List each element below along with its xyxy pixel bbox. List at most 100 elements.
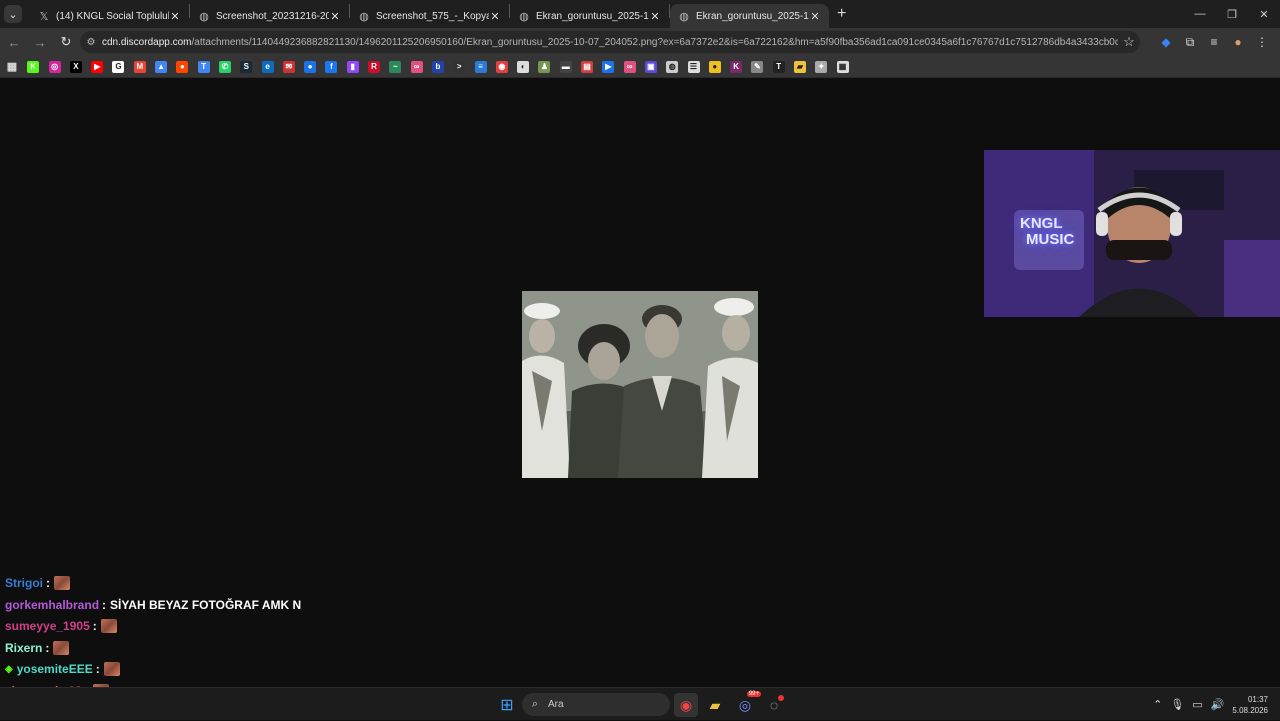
volume-icon[interactable]: 🔊 — [1211, 698, 1225, 711]
bird-bookmark[interactable]: ✦ — [815, 60, 828, 73]
purple-bookmark[interactable]: ▣ — [644, 60, 657, 73]
url-text[interactable]: cdn.discordapp.com/attachments/114044923… — [102, 37, 1118, 48]
reload-button[interactable]: ↻ — [54, 30, 78, 54]
link2-bookmark[interactable]: ∞ — [623, 60, 636, 73]
chess-bookmark[interactable]: ♟ — [538, 60, 551, 73]
globe-icon: ◍ — [199, 10, 209, 23]
profile-avatar[interactable]: ● — [1226, 32, 1250, 52]
bookmark-list: K ◎ X ▶ G M ▲ ● T ✆ Se ✉ ● f ▮ R ~ ∞ b > ≡ ◉ ◐ ♟ ▬ ▤ ▶ ∞ ▣ ◍ ☰ ● K ✎ T ▰ ✦ ▦ — [27, 60, 858, 73]
tab-5[interactable]: ◍ Ekran_goruntusu_2025-10-07_2✕ — [670, 4, 829, 28]
new-tab-button[interactable]: + — [837, 5, 846, 23]
chrome-taskbar-icon[interactable]: ◉ — [674, 693, 698, 717]
microphone-icon[interactable]: 🎙 — [1170, 698, 1184, 711]
chat-message: Rixern: — [5, 639, 70, 657]
taskbar-search[interactable]: ⌕ Ara — [522, 693, 670, 716]
minimize-button[interactable]: — — [1184, 0, 1216, 28]
extension-icon[interactable]: ◆ — [1154, 32, 1178, 52]
twitch-bookmark[interactable]: ▮ — [346, 60, 359, 73]
tab-label: Ekran_goruntusu_2025-10-26_2 — [536, 10, 649, 22]
arrow-bookmark[interactable]: > — [453, 60, 466, 73]
clock-time: 01:37 — [1247, 694, 1268, 704]
close-tab-icon[interactable]: ✕ — [649, 10, 661, 23]
dark-bookmark[interactable]: ▬ — [559, 60, 572, 73]
tab-3[interactable]: ◍ Screenshot_575_-_Kopya.png (✕ — [350, 4, 509, 28]
chat-emote-icon — [103, 662, 120, 676]
tab-2[interactable]: ◍ Screenshot_20231216-200306_✕ — [190, 4, 349, 28]
tab-label: Screenshot_575_-_Kopya.png ( — [376, 10, 489, 22]
gmail-bookmark[interactable]: M — [133, 60, 146, 73]
discord-taskbar-icon[interactable]: ◎ 99+ — [733, 691, 761, 717]
edge-bookmark[interactable]: e — [261, 60, 274, 73]
chevron-down-icon: ⌄ — [8, 8, 18, 21]
tab-strip: ⌄ 𝕏(14) KNGL Social Topluluk / X✕◍Screen… — [0, 0, 1280, 28]
bookmark-star-icon[interactable]: ☆ — [1118, 34, 1140, 50]
reload-icon: ↻ — [60, 34, 72, 49]
bookmarks-bar: ▦ K ◎ X ▶ G M ▲ ● T ✆ Se ✉ ● f ▮ R ~ ∞ b > ≡ ◉ ◐ ♟ ▬ ▤ ▶ ∞ ▣ ◍ ☰ ● K ✎ T ▰ ✦… — [0, 56, 1280, 78]
white-globe-bookmark[interactable]: ◐ — [517, 60, 530, 73]
reddit-bookmark[interactable]: ● — [176, 60, 189, 73]
close-tab-icon[interactable]: ✕ — [809, 10, 821, 23]
x-bookmark[interactable]: X — [69, 60, 82, 73]
chat-message: gorkemhalbrand: SİYAH BEYAZ FOTOĞRAF AMK … — [5, 596, 301, 614]
app-taskbar-icon[interactable]: ◌ — [762, 693, 786, 717]
mail-bookmark[interactable]: ✉ — [282, 60, 295, 73]
back-button[interactable]: ← — [2, 30, 26, 54]
toolbar-actions: ◆ ⧉ ≡ ● ⋮ — [1154, 32, 1274, 52]
translate-bookmark[interactable]: T — [197, 60, 210, 73]
window-controls: — ❐ ✕ — [1184, 0, 1280, 28]
address-bar[interactable]: ⚙ cdn.discordapp.com/attachments/1140449… — [80, 31, 1140, 53]
file-explorer-icon[interactable]: ▰ — [703, 693, 727, 717]
displayed-image — [522, 291, 758, 478]
url-domain: cdn.discordapp.com — [102, 36, 192, 48]
media-control-icon[interactable]: ≡ — [1202, 32, 1226, 52]
clock[interactable]: 01:37 5.08.2026 — [1232, 694, 1268, 716]
bluebox-bookmark[interactable]: ≡ — [474, 60, 487, 73]
google-bookmark[interactable]: G — [112, 60, 125, 73]
tab-label: Screenshot_20231216-200306_ — [216, 10, 329, 22]
close-tab-icon[interactable]: ✕ — [329, 10, 341, 23]
b-bookmark[interactable]: b — [431, 60, 444, 73]
yellow-bookmark[interactable]: ● — [708, 60, 721, 73]
tool-bookmark[interactable]: ✎ — [751, 60, 764, 73]
close-tab-icon[interactable]: ✕ — [169, 10, 181, 23]
k-bookmark[interactable]: K — [730, 60, 743, 73]
tab-search-button[interactable]: ⌄ — [4, 5, 22, 23]
redbrand-bookmark[interactable]: R — [368, 60, 381, 73]
network-icon[interactable]: ▭ — [1192, 698, 1202, 711]
steam-bookmark[interactable]: S — [240, 60, 253, 73]
instagram-bookmark[interactable]: ◎ — [48, 60, 61, 73]
whatsapp-bookmark[interactable]: ✆ — [218, 60, 231, 73]
facebook-bookmark[interactable]: f — [325, 60, 338, 73]
kick-bookmark[interactable]: K — [27, 60, 40, 73]
tex-bookmark[interactable]: T — [772, 60, 785, 73]
clock-date: 5.08.2026 — [1232, 705, 1268, 715]
forward-button[interactable]: → — [28, 30, 52, 54]
chart-bookmark[interactable]: ▤ — [581, 60, 594, 73]
tab-1[interactable]: 𝕏 (14) KNGL Social Topluluk / X✕ — [30, 4, 189, 28]
stack-bookmark[interactable]: ☰ — [687, 60, 700, 73]
blue-play-bookmark[interactable]: ▶ — [602, 60, 615, 73]
browser-toolbar: ← → ↻ ⚙ cdn.discordapp.com/attachments/1… — [0, 28, 1280, 56]
close-tab-icon[interactable]: ✕ — [489, 10, 501, 23]
windows-start-icon[interactable]: ⊞ — [495, 693, 519, 717]
extensions-puzzle-icon[interactable]: ⧉ — [1178, 32, 1202, 52]
grid-bookmark[interactable]: ▦ — [836, 60, 849, 73]
drive-bookmark[interactable]: ▲ — [155, 60, 168, 73]
apps-grid-icon[interactable]: ▦ — [6, 61, 18, 73]
cam-bookmark[interactable]: ◍ — [666, 60, 679, 73]
chat-separator: : — [102, 597, 107, 612]
folder-bookmark[interactable]: ▰ — [793, 60, 806, 73]
red-round-bookmark[interactable]: ◉ — [495, 60, 508, 73]
tray-chevron-icon[interactable]: ⌃ — [1153, 698, 1162, 711]
link-bookmark[interactable]: ∞ — [410, 60, 423, 73]
restore-button[interactable]: ❐ — [1216, 0, 1248, 28]
tab-4[interactable]: ◍ Ekran_goruntusu_2025-10-26_2✕ — [510, 4, 669, 28]
blue-dot-bookmark[interactable]: ● — [304, 60, 317, 73]
site-info-icon[interactable]: ⚙ — [80, 37, 102, 48]
close-window-button[interactable]: ✕ — [1248, 0, 1280, 28]
tab-list: 𝕏(14) KNGL Social Topluluk / X✕◍Screensh… — [30, 0, 829, 28]
green-bookmark[interactable]: ~ — [389, 60, 402, 73]
menu-kebab-icon[interactable]: ⋮ — [1250, 32, 1274, 52]
chat-separator: : — [95, 662, 100, 676]
youtube-bookmark[interactable]: ▶ — [91, 60, 104, 73]
